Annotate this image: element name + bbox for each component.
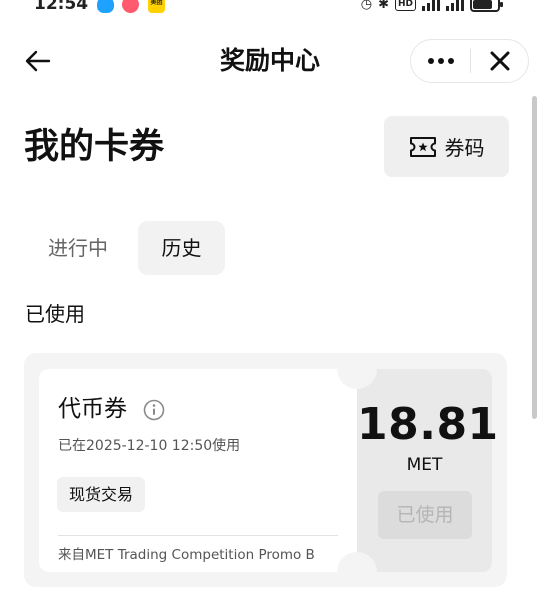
close-icon <box>490 51 509 71</box>
tab-history[interactable]: 历史 <box>138 221 225 275</box>
scrollbar[interactable] <box>532 96 537 419</box>
section-label-used: 已使用 <box>25 302 85 326</box>
game-icon <box>122 0 139 13</box>
used-status-button: 已使用 <box>378 491 472 539</box>
card-divider <box>58 535 338 536</box>
bluetooth-icon: ✱ <box>378 0 389 12</box>
signal-icon-2 <box>446 0 464 11</box>
status-indicators: ◷ ✱ HD <box>360 0 503 12</box>
info-icon[interactable] <box>143 399 165 421</box>
meituan-icon: 美团 <box>148 0 165 13</box>
hd-badge: HD <box>394 0 416 11</box>
card-notch-bottom <box>337 552 377 587</box>
coupon-card-body: 代币券 已在2025-12-10 12:50使用 现货交易 来自MET Trad… <box>39 369 357 572</box>
tab-ongoing[interactable]: 进行中 <box>34 221 122 275</box>
status-bar: 12:54 美团 ◷ ✱ HD <box>0 0 540 18</box>
coupon-tag: 现货交易 <box>57 477 146 512</box>
coupon-card: 代币券 已在2025-12-10 12:50使用 现货交易 来自MET Trad… <box>24 353 507 587</box>
battery-level <box>473 0 492 9</box>
ticket-star-icon <box>409 136 436 157</box>
alarm-icon: ◷ <box>360 0 373 12</box>
coupon-source: 来自MET Trading Competition Promo B <box>58 547 315 563</box>
coupon-code-button[interactable]: 券码 <box>384 116 509 177</box>
more-button[interactable] <box>411 40 470 82</box>
coupon-used-time: 已在2025-12-10 12:50使用 <box>58 438 241 454</box>
close-button[interactable] <box>471 40 528 82</box>
coupon-unit: MET <box>406 455 443 475</box>
battery-icon <box>470 0 503 12</box>
page-title: 我的卡券 <box>24 127 165 167</box>
coupon-name: 代币券 <box>58 396 127 422</box>
coupon-card-stub: 18.81 MET 已使用 <box>357 369 499 572</box>
status-time: 12:54 <box>34 0 89 14</box>
signal-icon <box>422 0 440 11</box>
coupon-amount: 18.81 <box>357 399 499 450</box>
coupon-code-label: 券码 <box>444 136 485 160</box>
qq-icon <box>97 0 114 13</box>
mini-program-capsule <box>410 39 529 83</box>
more-dots-icon <box>427 58 434 64</box>
